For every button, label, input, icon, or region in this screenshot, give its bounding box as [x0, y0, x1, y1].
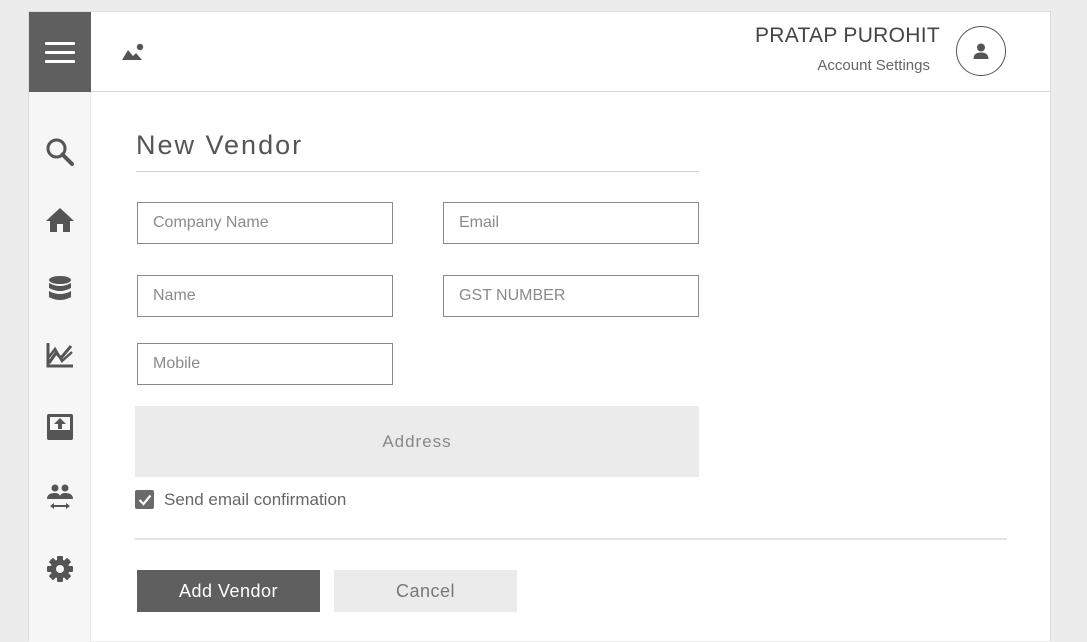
app-window: PRATAP PUROHIT Account Settings New Vend… — [28, 11, 1051, 642]
menu-bar-line — [45, 50, 75, 54]
menu-bar-line — [45, 41, 75, 45]
title-divider — [136, 171, 699, 172]
gst-number-field[interactable] — [443, 275, 699, 317]
database-icon — [49, 276, 71, 300]
send-email-label[interactable]: Send email confirmation — [164, 490, 346, 510]
address-field[interactable]: Address — [135, 406, 699, 477]
checkmark-icon — [138, 494, 151, 506]
mobile-field[interactable] — [137, 343, 393, 385]
sidebar-item-settings[interactable] — [29, 547, 91, 591]
mountain-image-icon[interactable] — [121, 42, 145, 62]
sidebar — [29, 92, 91, 642]
sidebar-item-search[interactable] — [29, 130, 91, 174]
sidebar-item-database[interactable] — [29, 267, 91, 311]
upload-inbox-icon — [47, 414, 73, 440]
hamburger-menu-button[interactable] — [29, 12, 91, 92]
sidebar-item-people[interactable] — [29, 476, 91, 520]
user-name: PRATAP PUROHIT — [754, 24, 940, 47]
email-field[interactable] — [443, 202, 699, 244]
cancel-button[interactable]: Cancel — [334, 570, 517, 612]
company-name-field[interactable] — [137, 202, 393, 244]
sidebar-item-upload[interactable] — [29, 405, 91, 449]
menu-bar-line — [45, 59, 75, 63]
user-avatar-button[interactable] — [956, 26, 1006, 76]
home-icon — [46, 208, 74, 232]
page-title: New Vendor — [136, 130, 304, 160]
top-header: PRATAP PUROHIT Account Settings — [29, 12, 1050, 92]
add-vendor-button[interactable]: Add Vendor — [137, 570, 320, 612]
account-settings-link[interactable]: Account Settings — [817, 57, 930, 74]
gear-icon — [47, 556, 73, 582]
sidebar-item-analytics[interactable] — [29, 333, 91, 377]
chart-icon — [46, 343, 73, 368]
sidebar-item-home[interactable] — [29, 198, 91, 242]
send-email-checkbox[interactable] — [135, 490, 154, 509]
search-icon — [46, 138, 74, 166]
user-avatar-icon — [973, 43, 989, 59]
name-field[interactable] — [137, 275, 393, 317]
form-divider — [135, 538, 1007, 540]
people-swap-icon — [47, 484, 73, 509]
